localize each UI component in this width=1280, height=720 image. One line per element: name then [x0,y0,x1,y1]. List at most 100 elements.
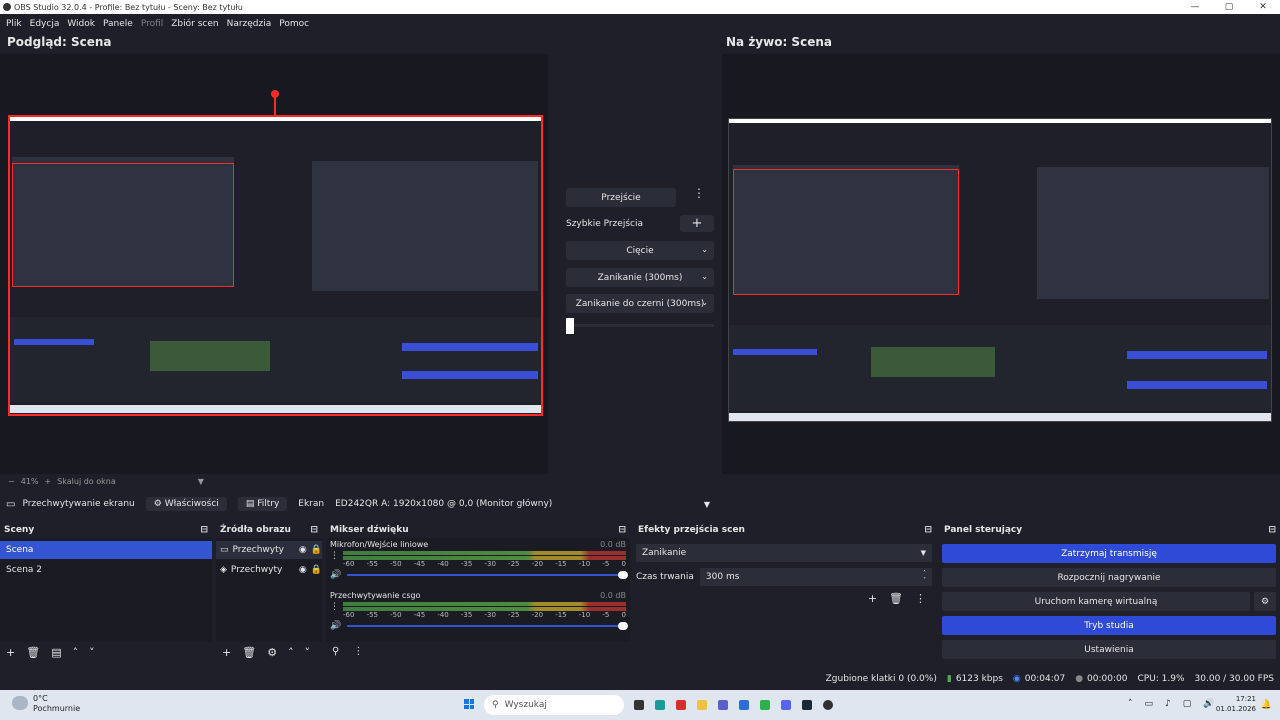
discord-icon[interactable] [781,700,791,710]
virtual-camera-button[interactable]: Uruchom kamerę wirtualną [942,592,1250,611]
rotation-handle[interactable] [271,90,279,98]
advanced-audio-icon[interactable]: ⚲ [332,646,339,657]
chevron-up-icon[interactable]: ˄ [1128,699,1133,709]
gear-icon[interactable]: ⚙ [267,646,277,659]
move-up-icon[interactable]: ˄ [73,646,79,659]
trash-icon[interactable]: 🗑 [242,646,256,659]
menu-scene-collection[interactable]: Zbiór scen [169,16,224,32]
studio-mode-button[interactable]: Tryb studia [942,616,1276,635]
quick-transition-fade[interactable]: Zanikanie (300ms) ⌄ [566,268,714,287]
menu-docks[interactable]: Panele [101,16,139,32]
quick-transition-fade-black[interactable]: Zanikanie do czerni (300ms) ⌄ [566,294,714,313]
menu-view[interactable]: Widok [65,16,101,32]
zoom-in-icon[interactable]: + [44,477,51,486]
gear-icon[interactable]: ⚙ [1254,592,1276,611]
stop-stream-button[interactable]: Zatrzymaj transmisję [942,544,1276,563]
edge-icon[interactable] [655,700,665,710]
add-icon[interactable]: + [868,592,877,605]
lock-icon[interactable]: 🔒 [311,545,322,555]
eye-icon[interactable]: ◉ [299,545,307,555]
display-icon[interactable]: ▢ [1183,699,1192,709]
app-icon[interactable] [676,700,686,710]
undock-icon[interactable]: ⊟ [200,525,208,535]
add-icon[interactable]: + [6,646,15,659]
properties-button[interactable]: ⚙ Właściwości [145,497,227,511]
move-down-icon[interactable]: ˅ [89,646,95,659]
task-view-icon[interactable] [634,700,644,710]
scale-mode[interactable]: Skaluj do okna [57,477,116,486]
meter-tick-label: -50 [390,611,402,619]
teams-icon[interactable] [718,700,728,710]
app-icon[interactable] [739,700,749,710]
scene-item[interactable]: Scena 2 [0,561,212,579]
kebab-menu-icon[interactable]: ⋮ [330,551,339,568]
mic-icon[interactable]: ♪ [1165,699,1171,709]
notification-icon[interactable]: 🔔 [1261,700,1272,710]
transition-menu-icon[interactable]: ⋮ [690,186,708,205]
source-item[interactable]: ◈ Przechwyty ◉ 🔒 [216,561,322,579]
app-icon[interactable] [760,700,770,710]
transition-button[interactable]: Przejście [566,188,676,207]
undock-icon[interactable]: ⊟ [618,525,626,535]
menu-profile[interactable]: Profil [139,16,169,32]
t-bar-handle[interactable] [566,318,574,334]
duration-spinbox[interactable]: 300 ms ˄ ˅ [699,568,932,586]
volume-slider[interactable] [347,622,628,630]
preview-canvas[interactable] [0,54,548,474]
maximize-icon[interactable]: ▢ [1212,0,1246,14]
close-icon[interactable]: ✕ [1246,0,1280,14]
scene-item[interactable]: Scena [0,541,212,559]
volume-icon[interactable]: 🔊 [1203,699,1214,709]
kebab-menu-icon[interactable]: ⋮ [330,602,339,619]
trash-icon[interactable]: 🗑 [26,646,40,659]
meter-tick-label: -30 [484,560,496,568]
record-time: 00:00:00 [1087,674,1128,684]
source-item[interactable]: ▭ Przechwyty ◉ 🔒 [216,541,322,559]
folder-icon[interactable] [697,700,707,710]
quick-transition-cut[interactable]: Cięcie ⌄ [566,241,714,260]
scale-dropdown-icon[interactable]: ▼ [198,477,204,486]
lock-icon[interactable]: 🔒 [311,565,322,575]
windows-start-icon[interactable] [464,699,474,709]
cpu-usage: CPU: 1.9% [1137,674,1185,684]
weather-widget[interactable]: 0°C Pochmurnie [33,694,80,714]
meter-tick-label: -10 [578,611,591,619]
taskbar-search[interactable]: ⚲ Wyszukaj [484,695,624,715]
undock-icon[interactable]: ⊟ [310,525,318,535]
filters-button[interactable]: ▤ Filtry [237,497,288,511]
transition-select[interactable]: Zanikanie ▼ [636,544,932,562]
stream-icon: ◉ [1012,674,1021,684]
undock-icon[interactable]: ⊟ [924,525,932,535]
menu-help[interactable]: Pomoc [277,16,315,32]
move-down-icon[interactable]: ˅ [305,646,311,659]
network-icon[interactable]: ▭ [1145,699,1154,709]
taskbar-clock[interactable]: 17:21 01.01.2026 [1216,694,1256,714]
zoom-out-icon[interactable]: − [8,477,15,486]
t-bar-track[interactable] [566,324,714,327]
speaker-icon[interactable]: 🔊 [330,570,341,580]
volume-slider[interactable] [347,571,628,579]
steam-icon[interactable] [802,700,812,710]
add-quick-transition-icon[interactable]: + [680,215,714,232]
eye-icon[interactable]: ◉ [299,565,307,575]
kebab-menu-icon[interactable]: ⋮ [915,592,926,605]
menu-tools[interactable]: Narzędzia [225,16,278,32]
start-recording-button[interactable]: Rozpocznij nagrywanie [942,568,1276,587]
spin-arrows-icon[interactable]: ˄ ˅ [923,570,926,584]
chevron-down-icon[interactable]: ▼ [704,500,710,509]
kebab-menu-icon[interactable]: ⋮ [353,646,363,657]
undock-icon[interactable]: ⊟ [1268,525,1276,535]
move-up-icon[interactable]: ˄ [288,646,294,659]
add-icon[interactable]: + [222,646,231,659]
obs-icon[interactable] [823,700,833,710]
settings-button[interactable]: Ustawienia [942,640,1276,659]
menu-edit[interactable]: Edycja [28,16,66,32]
trash-icon[interactable]: 🗑 [889,592,903,605]
filter-icon[interactable]: ▤ [51,646,61,659]
selection-box[interactable] [8,115,543,416]
screen-select[interactable]: ED242QR A: 1920x1080 @ 0,0 (Monitor głów… [335,499,693,509]
speaker-icon[interactable]: 🔊 [330,621,341,631]
menu-file[interactable]: Plik [4,16,28,32]
meter-tick-label: 0 [621,611,626,619]
minimize-icon[interactable]: — [1178,0,1212,14]
